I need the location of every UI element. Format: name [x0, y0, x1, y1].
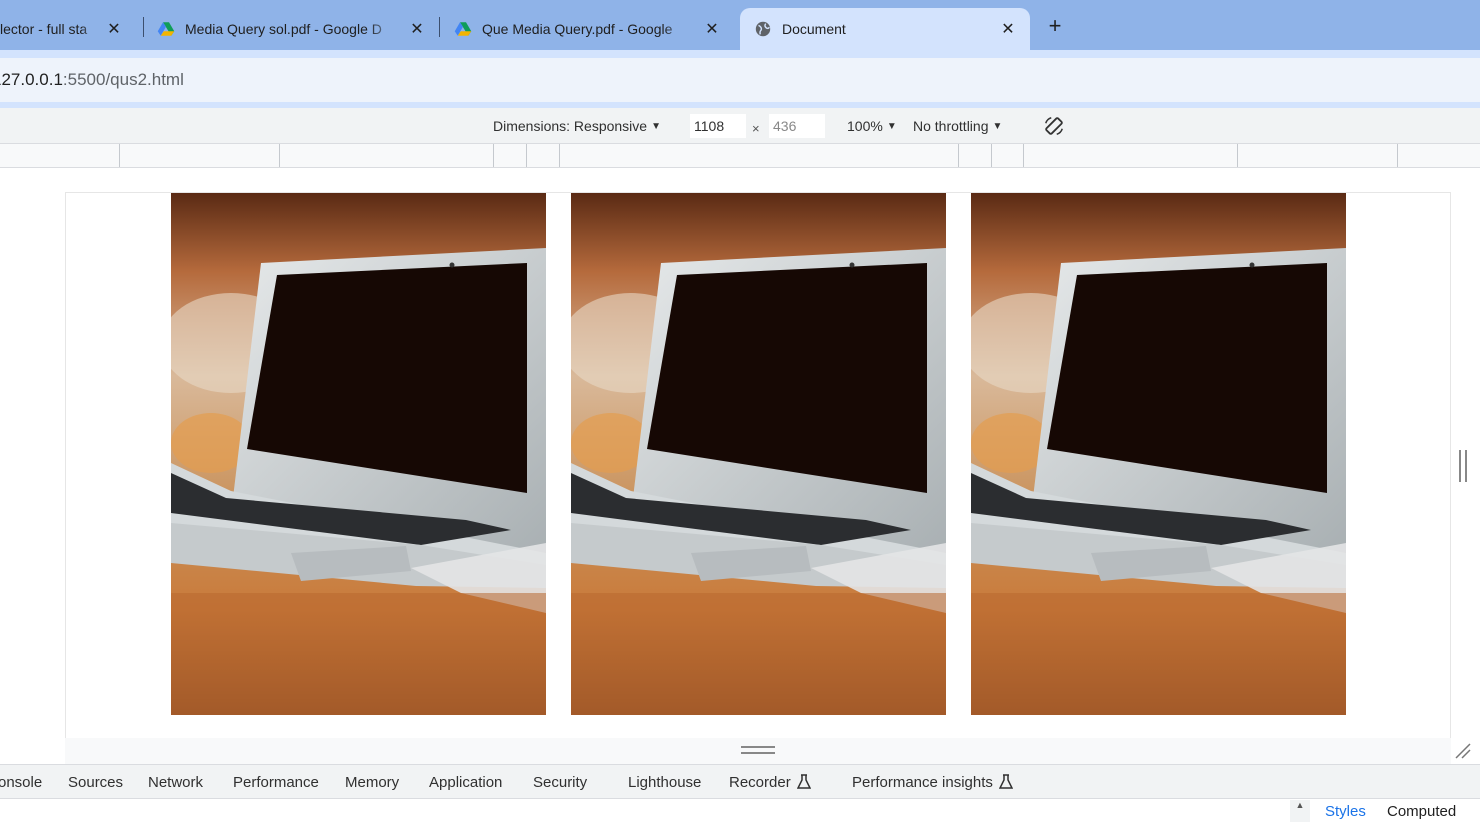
- resize-corner-icon[interactable]: [1454, 742, 1472, 760]
- flask-icon: [796, 774, 811, 789]
- styles-pane-header: Styles Computed: [0, 799, 1480, 822]
- tab-lighthouse[interactable]: Lighthouse: [628, 765, 701, 799]
- browser-tab[interactable]: Que Media Query.pdf - Google ✕: [440, 8, 734, 50]
- tab-console[interactable]: onsole: [0, 765, 42, 799]
- media-query-marker: [991, 144, 992, 167]
- tab-recorder-label: Recorder: [729, 773, 791, 791]
- dimensions-label: Dimensions: Responsive: [493, 118, 648, 134]
- media-query-marker: [1237, 144, 1238, 167]
- laptop-image: [571, 193, 946, 715]
- google-drive-icon: [454, 22, 472, 36]
- tab-sources[interactable]: Sources: [68, 765, 123, 799]
- throttling-label: No throttling: [913, 118, 989, 134]
- times-sign: ×: [752, 120, 760, 136]
- media-query-marker: [493, 144, 494, 167]
- tab-memory[interactable]: Memory: [345, 765, 399, 799]
- media-query-marker: [119, 144, 120, 167]
- rotate-icon: [1045, 117, 1063, 135]
- laptop-photo: [571, 193, 946, 715]
- resize-handle-right[interactable]: [1459, 450, 1467, 482]
- tab-application[interactable]: Application: [429, 765, 502, 799]
- tab-styles[interactable]: Styles: [1325, 803, 1366, 820]
- laptop-image: [971, 193, 1346, 715]
- tab-title: Media Query sol.pdf - Google D: [185, 21, 382, 37]
- caret-down-icon: ▼: [651, 120, 661, 132]
- throttling-dropdown[interactable]: No throttling ▼: [913, 108, 1002, 144]
- tab-performance-insights-label: Performance insights: [852, 773, 993, 791]
- tab-computed[interactable]: Computed: [1387, 803, 1456, 820]
- url-path: :5500/qus2.html: [62, 70, 184, 89]
- close-icon[interactable]: ✕: [407, 19, 427, 39]
- tab-title: lector - full sta: [0, 21, 88, 37]
- browser-tab[interactable]: lector - full sta ✕: [0, 8, 136, 50]
- media-query-marker: [279, 144, 280, 167]
- tab-title: Que Media Query.pdf - Google: [482, 21, 673, 37]
- media-query-marker: [559, 144, 560, 167]
- tab-title: Document: [782, 21, 846, 37]
- rotate-button[interactable]: [1043, 108, 1065, 144]
- globe-icon: [755, 21, 771, 37]
- google-drive-icon: [157, 22, 175, 36]
- zoom-dropdown[interactable]: 100% ▼: [847, 108, 897, 144]
- caret-down-icon: ▼: [992, 120, 1003, 132]
- laptop-photo: [971, 193, 1346, 715]
- browser-tab-active[interactable]: Document ✕: [740, 8, 1030, 50]
- laptop-photo: [171, 193, 546, 715]
- browser-tab[interactable]: Media Query sol.pdf - Google D ✕: [143, 8, 439, 50]
- address-bar[interactable]: 127.0.0.1:5500/qus2.html: [0, 58, 1480, 102]
- dimensions-dropdown[interactable]: Dimensions: Responsive ▼: [493, 108, 661, 144]
- tab-security[interactable]: Security: [533, 765, 587, 799]
- caret-down-icon: ▼: [886, 120, 897, 132]
- close-icon[interactable]: ✕: [702, 19, 722, 39]
- tab-performance[interactable]: Performance: [233, 765, 319, 799]
- media-query-marker: [1397, 144, 1398, 167]
- media-query-marker: [958, 144, 959, 167]
- close-icon[interactable]: ✕: [104, 19, 124, 39]
- url-host: 127.0.0.1: [0, 70, 63, 89]
- media-query-marker: [1023, 144, 1024, 167]
- new-tab-button[interactable]: +: [1041, 12, 1069, 40]
- flask-icon: [998, 774, 1013, 789]
- media-query-marker: [526, 144, 527, 167]
- resize-handle-bottom[interactable]: [741, 746, 775, 754]
- scroll-up-arrow-icon[interactable]: ▲: [1290, 800, 1310, 822]
- media-query-bar[interactable]: [0, 144, 1480, 168]
- width-input[interactable]: 1108: [690, 114, 746, 138]
- device-toolbar: Dimensions: Responsive ▼ 1108 × 436 100%…: [0, 108, 1480, 144]
- height-input[interactable]: 436: [769, 114, 825, 138]
- laptop-image: [171, 193, 546, 715]
- tab-network[interactable]: Network: [148, 765, 203, 799]
- devtools-tabbar: onsole Sources Network Performance Memor…: [0, 764, 1480, 799]
- close-icon[interactable]: ✕: [998, 19, 1018, 39]
- tab-recorder[interactable]: Recorder: [729, 765, 811, 799]
- tab-performance-insights[interactable]: Performance insights: [852, 765, 1013, 799]
- zoom-label: 100%: [847, 118, 883, 134]
